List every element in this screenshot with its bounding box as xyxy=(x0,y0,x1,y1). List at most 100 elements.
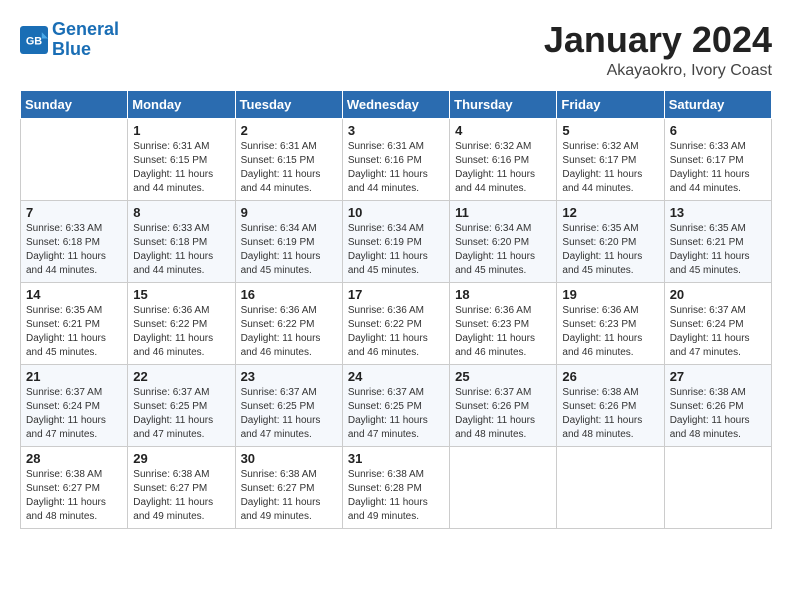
day-number: 25 xyxy=(455,369,551,384)
day-info: Sunrise: 6:37 AMSunset: 6:25 PMDaylight:… xyxy=(348,386,444,442)
calendar-cell: 26Sunrise: 6:38 AMSunset: 6:26 PMDayligh… xyxy=(557,364,664,446)
day-info: Sunrise: 6:36 AMSunset: 6:22 PMDaylight:… xyxy=(241,304,337,360)
day-info: Sunrise: 6:36 AMSunset: 6:22 PMDaylight:… xyxy=(348,304,444,360)
day-info: Sunrise: 6:36 AMSunset: 6:22 PMDaylight:… xyxy=(133,304,229,360)
day-number: 7 xyxy=(26,205,122,220)
day-number: 15 xyxy=(133,287,229,302)
day-info: Sunrise: 6:34 AMSunset: 6:19 PMDaylight:… xyxy=(348,222,444,278)
day-number: 3 xyxy=(348,123,444,138)
calendar-header: SundayMondayTuesdayWednesdayThursdayFrid… xyxy=(21,90,772,118)
day-number: 20 xyxy=(670,287,766,302)
day-info: Sunrise: 6:33 AMSunset: 6:18 PMDaylight:… xyxy=(26,222,122,278)
calendar-cell: 8 Sunrise: 6:33 AMSunset: 6:18 PMDaylight… xyxy=(128,200,235,282)
day-info: Sunrise: 6:35 AMSunset: 6:20 PMDaylight:… xyxy=(562,222,658,278)
col-header-thursday: Thursday xyxy=(450,90,557,118)
day-info: Sunrise: 6:36 AMSunset: 6:23 PMDaylight:… xyxy=(455,304,551,360)
day-number: 12 xyxy=(562,205,658,220)
day-number: 21 xyxy=(26,369,122,384)
day-number: 1 xyxy=(133,123,229,138)
week-row: 14 Sunrise: 6:35 AMSunset: 6:21 PMDayligh… xyxy=(21,282,772,364)
day-info: Sunrise: 6:38 AMSunset: 6:28 PMDaylight:… xyxy=(348,468,444,524)
col-header-monday: Monday xyxy=(128,90,235,118)
day-number: 31 xyxy=(348,451,444,466)
col-header-sunday: Sunday xyxy=(21,90,128,118)
logo: GB General Blue xyxy=(20,20,119,60)
calendar-cell: 1Sunrise: 6:31 AMSunset: 6:15 PMDaylight… xyxy=(128,118,235,200)
day-info: Sunrise: 6:34 AMSunset: 6:19 PMDaylight:… xyxy=(241,222,337,278)
calendar-cell: 17Sunrise: 6:36 AMSunset: 6:22 PMDayligh… xyxy=(342,282,449,364)
days-row: SundayMondayTuesdayWednesdayThursdayFrid… xyxy=(21,90,772,118)
calendar-cell: 29 Sunrise: 6:38 AMSunset: 6:27 PMDayligh… xyxy=(128,446,235,528)
calendar-cell: 9 Sunrise: 6:34 AMSunset: 6:19 PMDaylight… xyxy=(235,200,342,282)
day-info: Sunrise: 6:38 AMSunset: 6:27 PMDaylight:… xyxy=(133,468,229,524)
day-info: Sunrise: 6:33 AMSunset: 6:18 PMDaylight:… xyxy=(133,222,229,278)
calendar-body: 1 Sunrise: 6:31 AMSunset: 6:15 PMDaylight… xyxy=(21,118,772,528)
day-number: 6 xyxy=(670,123,766,138)
calendar-cell: 13Sunrise: 6:35 AMSunset: 6:21 PMDayligh… xyxy=(664,200,771,282)
calendar-cell: 5Sunrise: 6:32 AMSunset: 6:17 PMDaylight… xyxy=(557,118,664,200)
day-info: Sunrise: 6:32 AMSunset: 6:16 PMDaylight:… xyxy=(455,140,551,196)
day-info: Sunrise: 6:37 AMSunset: 6:24 PMDaylight:… xyxy=(26,386,122,442)
day-number: 2 xyxy=(241,123,337,138)
calendar-cell: 18 Sunrise: 6:36 AMSunset: 6:23 PMDayligh… xyxy=(450,282,557,364)
calendar-cell: 6Sunrise: 6:33 AMSunset: 6:17 PMDaylight… xyxy=(664,118,771,200)
calendar-subtitle: Akayaokro, Ivory Coast xyxy=(544,62,772,80)
calendar-cell: 28Sunrise: 6:38 AMSunset: 6:27 PMDayligh… xyxy=(21,446,128,528)
day-info: Sunrise: 6:38 AMSunset: 6:26 PMDaylight:… xyxy=(670,386,766,442)
logo-line1: General xyxy=(52,19,119,39)
day-number: 23 xyxy=(241,369,337,384)
day-number: 8 xyxy=(133,205,229,220)
calendar-cell: 31 Sunrise: 6:38 AMSunset: 6:28 PMDayligh… xyxy=(342,446,449,528)
day-info: Sunrise: 6:37 AMSunset: 6:24 PMDaylight:… xyxy=(670,304,766,360)
day-number: 29 xyxy=(133,451,229,466)
day-number: 11 xyxy=(455,205,551,220)
day-info: Sunrise: 6:38 AMSunset: 6:27 PMDaylight:… xyxy=(241,468,337,524)
calendar-cell: 7 Sunrise: 6:33 AMSunset: 6:18 PMDaylight… xyxy=(21,200,128,282)
calendar-cell xyxy=(450,446,557,528)
calendar-cell xyxy=(664,446,771,528)
calendar-cell: 3Sunrise: 6:31 AMSunset: 6:16 PMDaylight… xyxy=(342,118,449,200)
week-row: 28Sunrise: 6:38 AMSunset: 6:27 PMDayligh… xyxy=(21,446,772,528)
day-number: 10 xyxy=(348,205,444,220)
col-header-tuesday: Tuesday xyxy=(235,90,342,118)
day-info: Sunrise: 6:35 AMSunset: 6:21 PMDaylight:… xyxy=(670,222,766,278)
day-info: Sunrise: 6:34 AMSunset: 6:20 PMDaylight:… xyxy=(455,222,551,278)
day-info: Sunrise: 6:36 AMSunset: 6:23 PMDaylight:… xyxy=(562,304,658,360)
calendar-cell: 20 Sunrise: 6:37 AMSunset: 6:24 PMDayligh… xyxy=(664,282,771,364)
svg-text:GB: GB xyxy=(26,35,42,47)
page-header: GB General Blue January 2024 Akayaokro, … xyxy=(20,20,772,80)
calendar-table: SundayMondayTuesdayWednesdayThursdayFrid… xyxy=(20,90,772,529)
calendar-cell: 21 Sunrise: 6:37 AMSunset: 6:24 PMDayligh… xyxy=(21,364,128,446)
day-number: 30 xyxy=(241,451,337,466)
calendar-cell: 12 Sunrise: 6:35 AMSunset: 6:20 PMDayligh… xyxy=(557,200,664,282)
day-number: 16 xyxy=(241,287,337,302)
day-number: 4 xyxy=(455,123,551,138)
calendar-cell: 4 Sunrise: 6:32 AMSunset: 6:16 PMDaylight… xyxy=(450,118,557,200)
col-header-saturday: Saturday xyxy=(664,90,771,118)
calendar-cell: 10 Sunrise: 6:34 AMSunset: 6:19 PMDayligh… xyxy=(342,200,449,282)
day-info: Sunrise: 6:37 AMSunset: 6:26 PMDaylight:… xyxy=(455,386,551,442)
calendar-cell xyxy=(557,446,664,528)
calendar-cell: 2 Sunrise: 6:31 AMSunset: 6:15 PMDaylight… xyxy=(235,118,342,200)
calendar-cell: 22Sunrise: 6:37 AMSunset: 6:25 PMDayligh… xyxy=(128,364,235,446)
logo-line2: Blue xyxy=(52,39,91,59)
calendar-cell: 30 Sunrise: 6:38 AMSunset: 6:27 PMDayligh… xyxy=(235,446,342,528)
day-info: Sunrise: 6:35 AMSunset: 6:21 PMDaylight:… xyxy=(26,304,122,360)
day-number: 18 xyxy=(455,287,551,302)
day-number: 27 xyxy=(670,369,766,384)
day-info: Sunrise: 6:37 AMSunset: 6:25 PMDaylight:… xyxy=(133,386,229,442)
day-info: Sunrise: 6:38 AMSunset: 6:27 PMDaylight:… xyxy=(26,468,122,524)
day-info: Sunrise: 6:32 AMSunset: 6:17 PMDaylight:… xyxy=(562,140,658,196)
day-info: Sunrise: 6:37 AMSunset: 6:25 PMDaylight:… xyxy=(241,386,337,442)
day-number: 19 xyxy=(562,287,658,302)
logo-icon: GB xyxy=(20,26,48,54)
week-row: 7 Sunrise: 6:33 AMSunset: 6:18 PMDaylight… xyxy=(21,200,772,282)
day-number: 26 xyxy=(562,369,658,384)
day-number: 9 xyxy=(241,205,337,220)
calendar-title: January 2024 xyxy=(544,20,772,60)
calendar-cell: 27 Sunrise: 6:38 AMSunset: 6:26 PMDayligh… xyxy=(664,364,771,446)
calendar-cell: 23 Sunrise: 6:37 AMSunset: 6:25 PMDayligh… xyxy=(235,364,342,446)
day-number: 14 xyxy=(26,287,122,302)
day-info: Sunrise: 6:31 AMSunset: 6:15 PMDaylight:… xyxy=(241,140,337,196)
calendar-cell: 25 Sunrise: 6:37 AMSunset: 6:26 PMDayligh… xyxy=(450,364,557,446)
